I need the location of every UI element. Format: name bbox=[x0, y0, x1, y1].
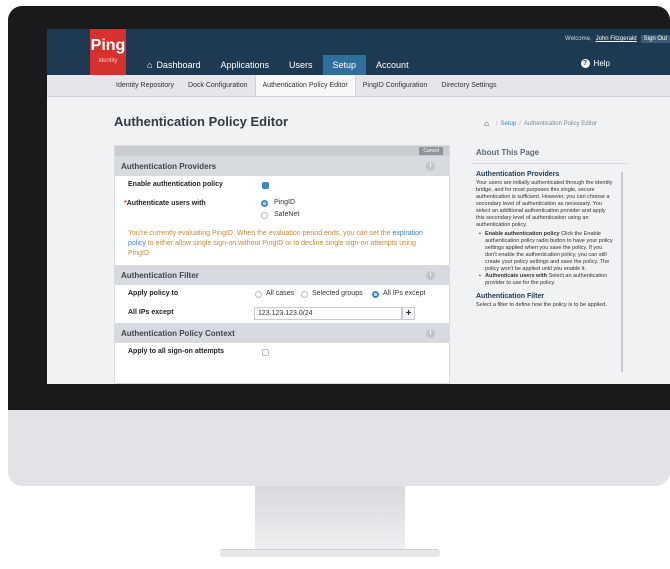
ips-except-label: All IPs except bbox=[128, 309, 174, 316]
enable-policy-checkbox[interactable] bbox=[262, 182, 269, 189]
logo-word: Ping bbox=[90, 37, 126, 54]
section-title: Authentication Policy Context bbox=[121, 328, 235, 338]
nav-setup[interactable]: Setup bbox=[322, 55, 367, 75]
section-authentication-policy-context[interactable]: Authentication Policy Context i bbox=[115, 323, 449, 343]
warning-text-after: to either allow single sign-on without P… bbox=[128, 240, 416, 257]
radio-safenet[interactable] bbox=[261, 212, 268, 219]
tab-dock-configuration[interactable]: Dock Configuration bbox=[181, 75, 255, 96]
about-this-page-panel: About This Page Authentication Providers… bbox=[472, 145, 627, 384]
help-label: Help bbox=[593, 59, 610, 68]
info-icon[interactable]: i bbox=[426, 271, 435, 280]
monitor-stand-neck bbox=[255, 486, 405, 550]
form-toolbar: Cancel bbox=[115, 146, 449, 156]
nav-dashboard-label: Dashboard bbox=[156, 60, 201, 70]
radio-all-cases[interactable] bbox=[255, 291, 262, 298]
apply-policy-row: Apply policy to All cases Selected group… bbox=[115, 285, 449, 304]
ping-identity-logo[interactable]: Ping identity bbox=[90, 29, 126, 75]
logo-sub: identity bbox=[98, 58, 118, 64]
ip-range-input[interactable]: 123.123.123.0/24 bbox=[254, 307, 402, 320]
page-title: Authentication Policy Editor bbox=[114, 114, 289, 129]
sign-out-button[interactable]: Sign Out bbox=[640, 35, 670, 43]
apply-all-label: Apply to all sign-on attempts bbox=[128, 348, 225, 355]
apply-policy-label: Apply policy to bbox=[128, 290, 179, 297]
bullet-bold: Enable authentication policy bbox=[485, 231, 560, 237]
help-providers-text: Your users are initially authenticated t… bbox=[476, 180, 613, 228]
bullet-text: Click the Enable authentication policy r… bbox=[485, 231, 613, 272]
help-filter-title: Authentication Filter bbox=[476, 293, 545, 300]
nav-setup-label: Setup bbox=[332, 60, 357, 70]
nav-users-label: Users bbox=[289, 60, 313, 70]
warning-text-before: You're currently evaluating PingID. When… bbox=[128, 230, 391, 237]
option-all-cases[interactable]: All cases bbox=[266, 290, 294, 297]
breadcrumb: ⌂ / Setup / Authentication Policy Editor bbox=[484, 119, 597, 128]
nav-dashboard[interactable]: ⌂ Dashboard bbox=[137, 55, 210, 75]
radio-selected-groups[interactable] bbox=[301, 291, 308, 298]
monitor-bezel: Ping identity ⌂ Dashboard Applications U… bbox=[8, 6, 670, 410]
user-name-link[interactable]: John Fitzgerald bbox=[596, 36, 637, 42]
breadcrumb-current: Authentication Policy Editor bbox=[523, 120, 597, 127]
welcome-text: Welcome, bbox=[565, 36, 592, 42]
option-all-ips-except[interactable]: All IPs except bbox=[383, 290, 425, 297]
welcome-bar: Welcome, John Fitzgerald Sign Out bbox=[565, 35, 670, 43]
tab-directory-settings[interactable]: Directory Settings bbox=[434, 75, 503, 96]
enable-policy-label: Enable authentication policy bbox=[128, 181, 223, 188]
tab-identity-repository[interactable]: Identity Repository bbox=[109, 75, 181, 96]
help-filter-text: Select a filter to define how the policy… bbox=[476, 302, 607, 308]
help-providers-title: Authentication Providers bbox=[476, 171, 560, 178]
radio-all-ips-except[interactable] bbox=[372, 291, 379, 298]
home-icon: ⌂ bbox=[147, 60, 153, 70]
info-icon[interactable]: i bbox=[426, 162, 435, 171]
info-icon[interactable]: i bbox=[426, 329, 435, 338]
option-pingid[interactable]: PingID bbox=[274, 199, 295, 206]
monitor-chin bbox=[8, 410, 670, 486]
section-title: Authentication Filter bbox=[121, 270, 199, 280]
authenticate-with-text: Authenticate users with bbox=[126, 200, 206, 207]
bullet-bold: Authenticate users with bbox=[485, 273, 548, 279]
section-authentication-filter[interactable]: Authentication Filter i bbox=[115, 265, 449, 285]
sub-nav: Identity Repository Dock Configuration A… bbox=[47, 75, 670, 97]
breadcrumb-home-icon[interactable]: ⌂ bbox=[484, 119, 489, 128]
radio-pingid[interactable] bbox=[261, 200, 268, 207]
option-safenet[interactable]: SafeNet bbox=[274, 211, 299, 218]
apply-all-checkbox[interactable] bbox=[262, 349, 269, 356]
screen: Ping identity ⌂ Dashboard Applications U… bbox=[47, 29, 670, 384]
list-item: Enable authentication policy Click the E… bbox=[479, 231, 615, 273]
about-body[interactable]: Authentication Providers Your users are … bbox=[472, 164, 627, 372]
nav-applications[interactable]: Applications bbox=[210, 55, 279, 75]
monitor-stand-base bbox=[220, 549, 440, 557]
nav-account[interactable]: Account bbox=[366, 55, 419, 75]
authenticate-with-row: *Authenticate users with PingID SafeNet bbox=[115, 195, 449, 225]
cancel-button[interactable]: Cancel bbox=[419, 147, 443, 155]
main-nav: ⌂ Dashboard Applications Users Setup Acc… bbox=[137, 55, 419, 75]
authenticate-with-label: *Authenticate users with bbox=[124, 200, 206, 207]
ips-except-row: All IPs except 123.123.123.0/24 + bbox=[115, 304, 449, 323]
nav-account-label: Account bbox=[376, 60, 409, 70]
breadcrumb-separator: / bbox=[519, 120, 521, 127]
enable-policy-row: Enable authentication policy bbox=[115, 176, 449, 195]
help-scrollbar[interactable] bbox=[621, 172, 623, 372]
monitor: Ping identity ⌂ Dashboard Applications U… bbox=[8, 6, 670, 486]
top-bar: Ping identity ⌂ Dashboard Applications U… bbox=[47, 29, 670, 75]
tab-pingid-configuration[interactable]: PingID Configuration bbox=[356, 75, 435, 96]
add-ip-button[interactable]: + bbox=[402, 307, 415, 320]
help-icon: ? bbox=[580, 59, 590, 68]
nav-applications-label: Applications bbox=[220, 60, 269, 70]
breadcrumb-setup[interactable]: Setup bbox=[501, 121, 517, 127]
nav-users[interactable]: Users bbox=[279, 55, 323, 75]
evaluation-warning: You're currently evaluating PingID. When… bbox=[115, 225, 449, 265]
tab-authentication-policy-editor[interactable]: Authentication Policy Editor bbox=[254, 75, 356, 96]
help-link[interactable]: ? Help bbox=[580, 59, 610, 68]
policy-form: Cancel Authentication Providers i Enable… bbox=[114, 145, 450, 384]
section-title: Authentication Providers bbox=[121, 161, 217, 171]
option-selected-groups[interactable]: Selected groups bbox=[312, 290, 363, 297]
about-heading: About This Page bbox=[472, 145, 627, 164]
section-authentication-providers[interactable]: Authentication Providers i bbox=[115, 156, 449, 176]
list-item: Authenticate users with Select an authen… bbox=[479, 273, 615, 287]
breadcrumb-separator: / bbox=[495, 120, 498, 127]
apply-all-row: Apply to all sign-on attempts bbox=[115, 343, 449, 362]
help-bullets: Enable authentication policy Click the E… bbox=[476, 231, 615, 287]
